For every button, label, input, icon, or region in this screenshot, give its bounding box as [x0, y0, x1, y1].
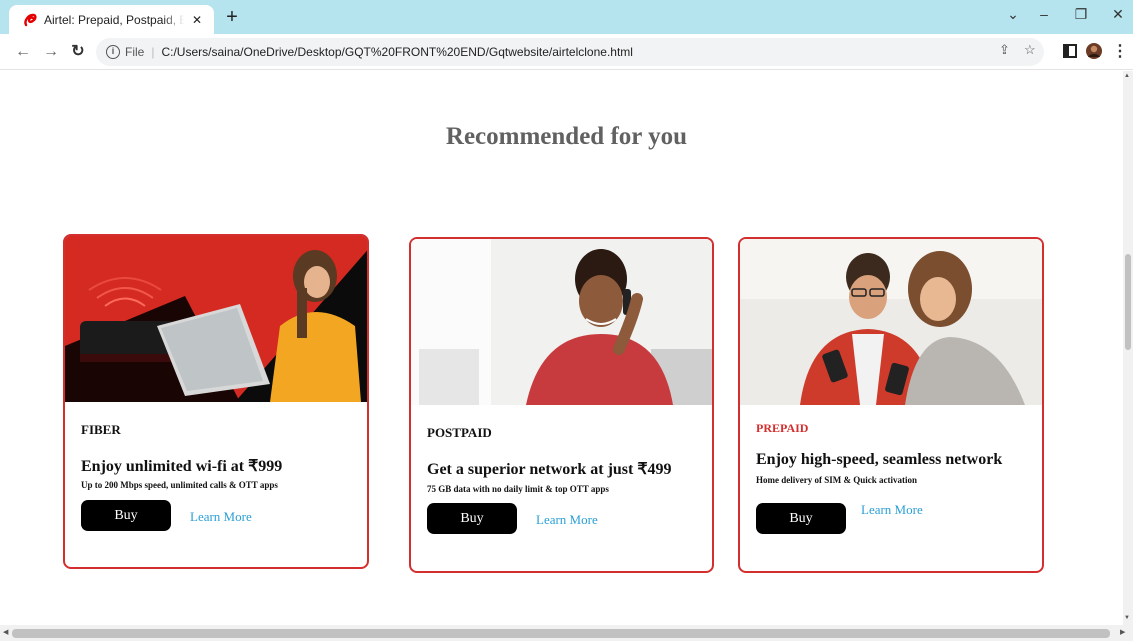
card-category: POSTPAID [427, 425, 492, 440]
card-category: PREPAID [756, 421, 809, 435]
back-arrow-icon[interactable]: ← [13, 42, 33, 62]
info-icon[interactable]: i [106, 45, 120, 59]
url-separator: | [151, 45, 155, 59]
buy-button[interactable]: Buy [756, 503, 846, 534]
horizontal-scroll-thumb[interactable] [12, 629, 1110, 638]
airtel-logo-icon [24, 13, 37, 26]
restore-icon[interactable]: ❐ [1066, 4, 1096, 24]
kebab-menu-icon[interactable]: ⋮ [1110, 42, 1130, 62]
card-category: FIBER [81, 422, 121, 437]
card-subtext: Home delivery of SIM & Quick activation [756, 475, 917, 485]
new-tab-icon[interactable]: + [222, 7, 242, 27]
prepaid-image [740, 239, 1042, 405]
scroll-right-icon[interactable]: ▶ [1120, 628, 1125, 636]
star-icon[interactable]: ☆ [1024, 42, 1036, 58]
card-fiber: FIBER Enjoy unlimited wi-fi at ₹999 Up t… [63, 234, 369, 569]
scroll-left-icon[interactable]: ◀ [3, 628, 8, 636]
card-prepaid: PREPAID Enjoy high-speed, seamless netwo… [738, 237, 1044, 573]
learn-more-link[interactable]: Learn More [536, 512, 598, 528]
profile-avatar[interactable] [1085, 42, 1103, 60]
scroll-down-icon[interactable]: ▼ [1124, 615, 1130, 621]
address-bar[interactable]: i File | C:/Users/saina/OneDrive/Desktop… [96, 38, 1044, 66]
close-window-icon[interactable]: ✕ [1103, 4, 1133, 24]
tab-title: Airtel: Prepaid, Postpaid, Broadband, DT… [44, 12, 184, 27]
url-scheme: File [125, 45, 145, 59]
card-headline: Enjoy high-speed, seamless network [756, 451, 1003, 468]
section-title: Recommended for you [445, 123, 688, 150]
tab-close-icon[interactable]: ✕ [190, 13, 204, 27]
vertical-scroll-thumb[interactable] [1125, 254, 1131, 350]
reload-icon[interactable]: ↻ [68, 42, 88, 62]
card-subtext: 75 GB data with no daily limit & top OTT… [427, 484, 609, 494]
tab-search-chevron-icon[interactable]: ⌄ [998, 4, 1028, 24]
side-panel-icon[interactable] [1061, 42, 1079, 60]
browser-toolbar: ← → ↻ i File | C:/Users/saina/OneDrive/D… [0, 34, 1133, 70]
browser-window: Airtel: Prepaid, Postpaid, Broadband, DT… [0, 0, 1133, 641]
learn-more-link[interactable]: Learn More [861, 502, 923, 518]
card-postpaid: POSTPAID Get a superior network at just … [409, 237, 714, 573]
buy-button[interactable]: Buy [427, 503, 517, 534]
forward-arrow-icon[interactable]: → [41, 42, 61, 62]
card-headline: Get a superior network at just ₹499 [427, 461, 672, 478]
card-subtext: Up to 200 Mbps speed, unlimited calls & … [81, 480, 278, 490]
tab-strip: Airtel: Prepaid, Postpaid, Broadband, DT… [0, 0, 1133, 34]
buy-button[interactable]: Buy [81, 500, 171, 531]
card-headline: Enjoy unlimited wi-fi at ₹999 [81, 458, 283, 475]
learn-more-link[interactable]: Learn More [190, 509, 252, 525]
active-tab[interactable]: Airtel: Prepaid, Postpaid, Broadband, DT… [9, 5, 214, 34]
page-viewport: Recommended for you FIBER Enjoy unlimite… [0, 71, 1123, 625]
vertical-scrollbar[interactable]: ▲ ▼ [1123, 71, 1133, 625]
url-text: C:/Users/saina/OneDrive/Desktop/GQT%20FR… [161, 45, 633, 59]
postpaid-image [411, 239, 712, 405]
fiber-image [65, 236, 367, 402]
minimize-icon[interactable]: – [1029, 4, 1059, 24]
scroll-up-icon[interactable]: ▲ [1124, 73, 1130, 79]
share-icon[interactable]: ⇪ [999, 42, 1010, 58]
horizontal-scrollbar[interactable]: ◀ ▶ [0, 625, 1133, 641]
